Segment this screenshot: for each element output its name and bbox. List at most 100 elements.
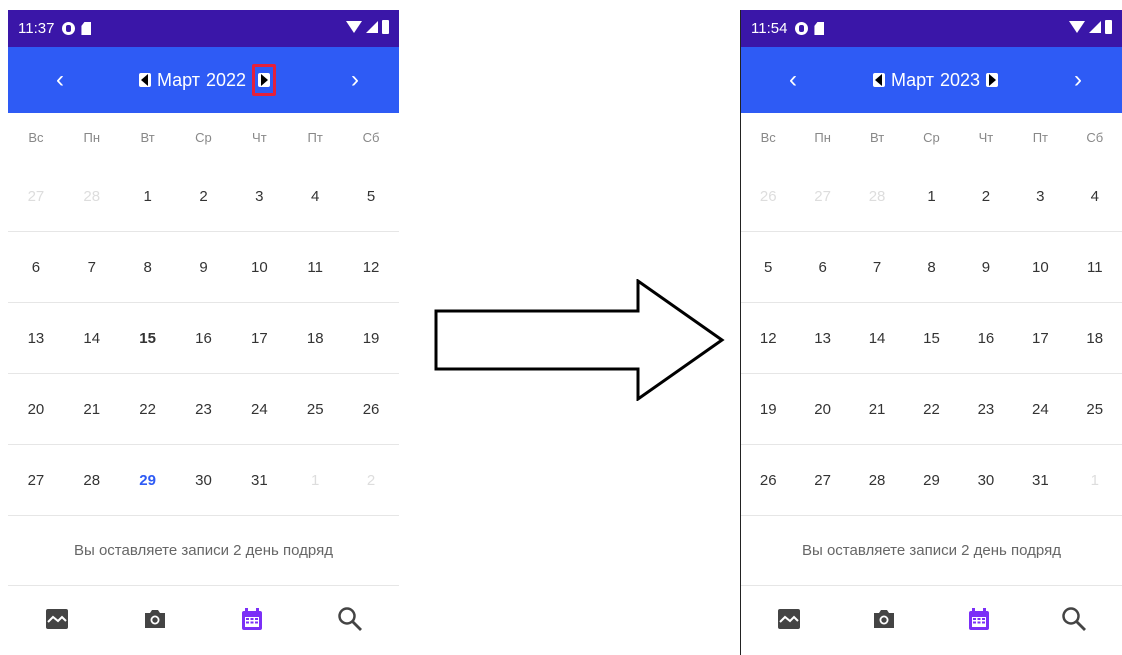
calendar-day[interactable]: 5 xyxy=(741,259,795,276)
calendar-day[interactable]: 20 xyxy=(8,401,64,418)
calendar-day[interactable]: 5 xyxy=(343,188,399,205)
calendar-day[interactable]: 6 xyxy=(795,259,849,276)
triangle-left-icon xyxy=(875,74,883,86)
camera-icon[interactable] xyxy=(872,608,896,635)
calendar-day[interactable]: 14 xyxy=(850,330,904,347)
calendar-day[interactable]: 22 xyxy=(120,401,176,418)
calendar-day[interactable]: 20 xyxy=(795,401,849,418)
calendar-day[interactable]: 12 xyxy=(741,330,795,347)
calendar-day[interactable]: 10 xyxy=(1013,259,1067,276)
search-icon[interactable] xyxy=(1061,606,1087,637)
gallery-icon[interactable] xyxy=(45,607,69,636)
calendar-day[interactable]: 28 xyxy=(64,188,120,205)
calendar-day[interactable]: 31 xyxy=(1013,472,1067,489)
calendar-day[interactable]: 14 xyxy=(64,330,120,347)
calendar-day[interactable]: 27 xyxy=(8,188,64,205)
calendar-day[interactable]: 8 xyxy=(120,259,176,276)
calendar-icon[interactable] xyxy=(968,607,990,636)
calendar-day[interactable]: 25 xyxy=(1068,401,1122,418)
calendar-day[interactable]: 8 xyxy=(904,259,958,276)
calendar-day[interactable]: 9 xyxy=(176,259,232,276)
calendar-day[interactable]: 1 xyxy=(904,188,958,205)
status-bar: 11:37 xyxy=(8,10,399,47)
status-bar: 11:54 xyxy=(741,10,1122,47)
calendar-day[interactable]: 24 xyxy=(231,401,287,418)
calendar-day[interactable]: 27 xyxy=(795,472,849,489)
calendar-icon[interactable] xyxy=(241,607,263,636)
calendar-day[interactable]: 15 xyxy=(120,330,176,347)
calendar-day[interactable]: 21 xyxy=(64,401,120,418)
calendar-day[interactable]: 2 xyxy=(959,188,1013,205)
calendar-week-row: 26 27 28 1 2 3 4 xyxy=(741,161,1122,232)
calendar-day[interactable]: 13 xyxy=(795,330,849,347)
next-month-button[interactable]: › xyxy=(1074,66,1082,94)
calendar-day[interactable]: 9 xyxy=(959,259,1013,276)
calendar-day[interactable]: 12 xyxy=(343,259,399,276)
calendar-day[interactable]: 26 xyxy=(741,188,795,205)
calendar-day[interactable]: 1 xyxy=(1068,472,1122,489)
calendar-week-row: 12 13 14 15 16 17 18 xyxy=(741,303,1122,374)
calendar-day[interactable]: 30 xyxy=(959,472,1013,489)
calendar-day[interactable]: 25 xyxy=(287,401,343,418)
next-month-button[interactable]: › xyxy=(351,66,359,94)
calendar-day[interactable]: 11 xyxy=(1068,259,1122,276)
weekday-label: Пт xyxy=(1032,129,1048,145)
calendar-day[interactable]: 26 xyxy=(343,401,399,418)
weekday-label: Сб xyxy=(362,129,380,145)
calendar-day[interactable]: 17 xyxy=(231,330,287,347)
calendar-day[interactable]: 15 xyxy=(904,330,958,347)
calendar-day[interactable]: 2 xyxy=(343,472,399,489)
calendar-week-row: 6 7 8 9 10 11 12 xyxy=(8,232,399,303)
calendar-day-today[interactable]: 29 xyxy=(120,472,176,489)
prev-year-button[interactable] xyxy=(872,73,885,87)
calendar-day[interactable]: 23 xyxy=(959,401,1013,418)
sim-card-icon xyxy=(81,22,92,35)
prev-year-button[interactable] xyxy=(138,73,151,87)
year-label: 2022 xyxy=(206,69,247,90)
transition-arrow-icon xyxy=(434,279,725,401)
gallery-icon[interactable] xyxy=(777,607,801,636)
calendar-day[interactable]: 1 xyxy=(287,472,343,489)
calendar-day[interactable]: 24 xyxy=(1013,401,1067,418)
calendar-day[interactable]: 6 xyxy=(8,259,64,276)
calendar-day[interactable]: 28 xyxy=(850,188,904,205)
calendar-day[interactable]: 16 xyxy=(176,330,232,347)
calendar-day[interactable]: 3 xyxy=(1013,188,1067,205)
calendar-day[interactable]: 4 xyxy=(287,188,343,205)
calendar-day[interactable]: 10 xyxy=(231,259,287,276)
calendar-day[interactable]: 26 xyxy=(741,472,795,489)
calendar-day[interactable]: 17 xyxy=(1013,330,1067,347)
calendar-day[interactable]: 19 xyxy=(741,401,795,418)
camera-icon[interactable] xyxy=(143,608,167,635)
search-icon[interactable] xyxy=(337,606,363,637)
calendar-day[interactable]: 22 xyxy=(904,401,958,418)
calendar-day[interactable]: 30 xyxy=(176,472,232,489)
calendar-day[interactable]: 7 xyxy=(64,259,120,276)
calendar-day[interactable]: 3 xyxy=(231,188,287,205)
calendar-day[interactable]: 7 xyxy=(850,259,904,276)
calendar-day[interactable]: 31 xyxy=(231,472,287,489)
calendar-day[interactable]: 21 xyxy=(850,401,904,418)
next-year-button[interactable] xyxy=(258,73,271,87)
calendar-day[interactable]: 28 xyxy=(64,472,120,489)
calendar-day[interactable]: 19 xyxy=(343,330,399,347)
calendar-day[interactable]: 27 xyxy=(795,188,849,205)
weekday-label: Пт xyxy=(307,129,323,145)
calendar-day[interactable]: 18 xyxy=(1068,330,1122,347)
calendar-day[interactable]: 4 xyxy=(1068,188,1122,205)
calendar-day[interactable]: 23 xyxy=(176,401,232,418)
next-year-button[interactable] xyxy=(986,73,999,87)
calendar-day[interactable]: 28 xyxy=(850,472,904,489)
calendar-day[interactable]: 11 xyxy=(287,259,343,276)
calendar-day[interactable]: 27 xyxy=(8,472,64,489)
weekday-label: Вс xyxy=(760,129,776,145)
calendar-day[interactable]: 18 xyxy=(287,330,343,347)
calendar-day[interactable]: 1 xyxy=(120,188,176,205)
prev-month-button[interactable]: ‹ xyxy=(789,66,797,94)
calendar-day[interactable]: 13 xyxy=(8,330,64,347)
prev-month-button[interactable]: ‹ xyxy=(56,66,64,94)
signal-icon xyxy=(1089,21,1101,33)
calendar-day[interactable]: 2 xyxy=(176,188,232,205)
calendar-day[interactable]: 29 xyxy=(904,472,958,489)
calendar-day[interactable]: 16 xyxy=(959,330,1013,347)
